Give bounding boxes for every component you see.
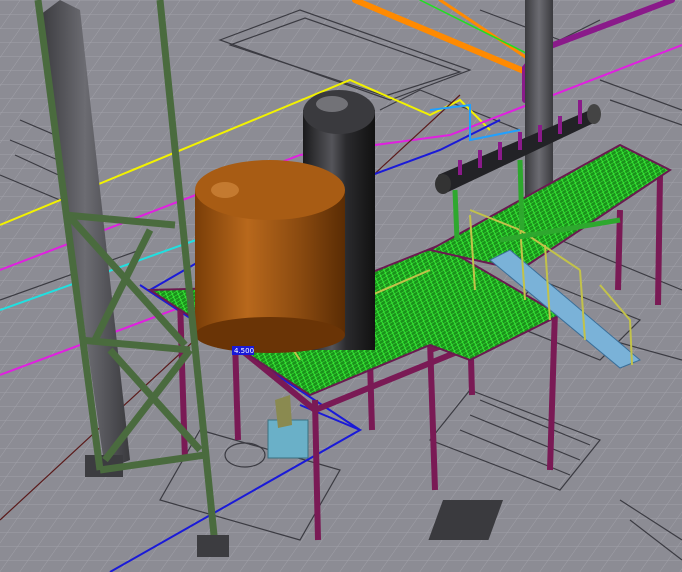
dimension-annotation: 4.500 [232, 346, 254, 355]
dimension-tag-text: 4.500 [234, 347, 254, 355]
plant-model-scene: 4.500 [0, 0, 682, 572]
cad-3d-viewport[interactable]: 4.500 [0, 0, 682, 572]
tower-base [197, 535, 229, 557]
storage-tank [195, 160, 345, 353]
